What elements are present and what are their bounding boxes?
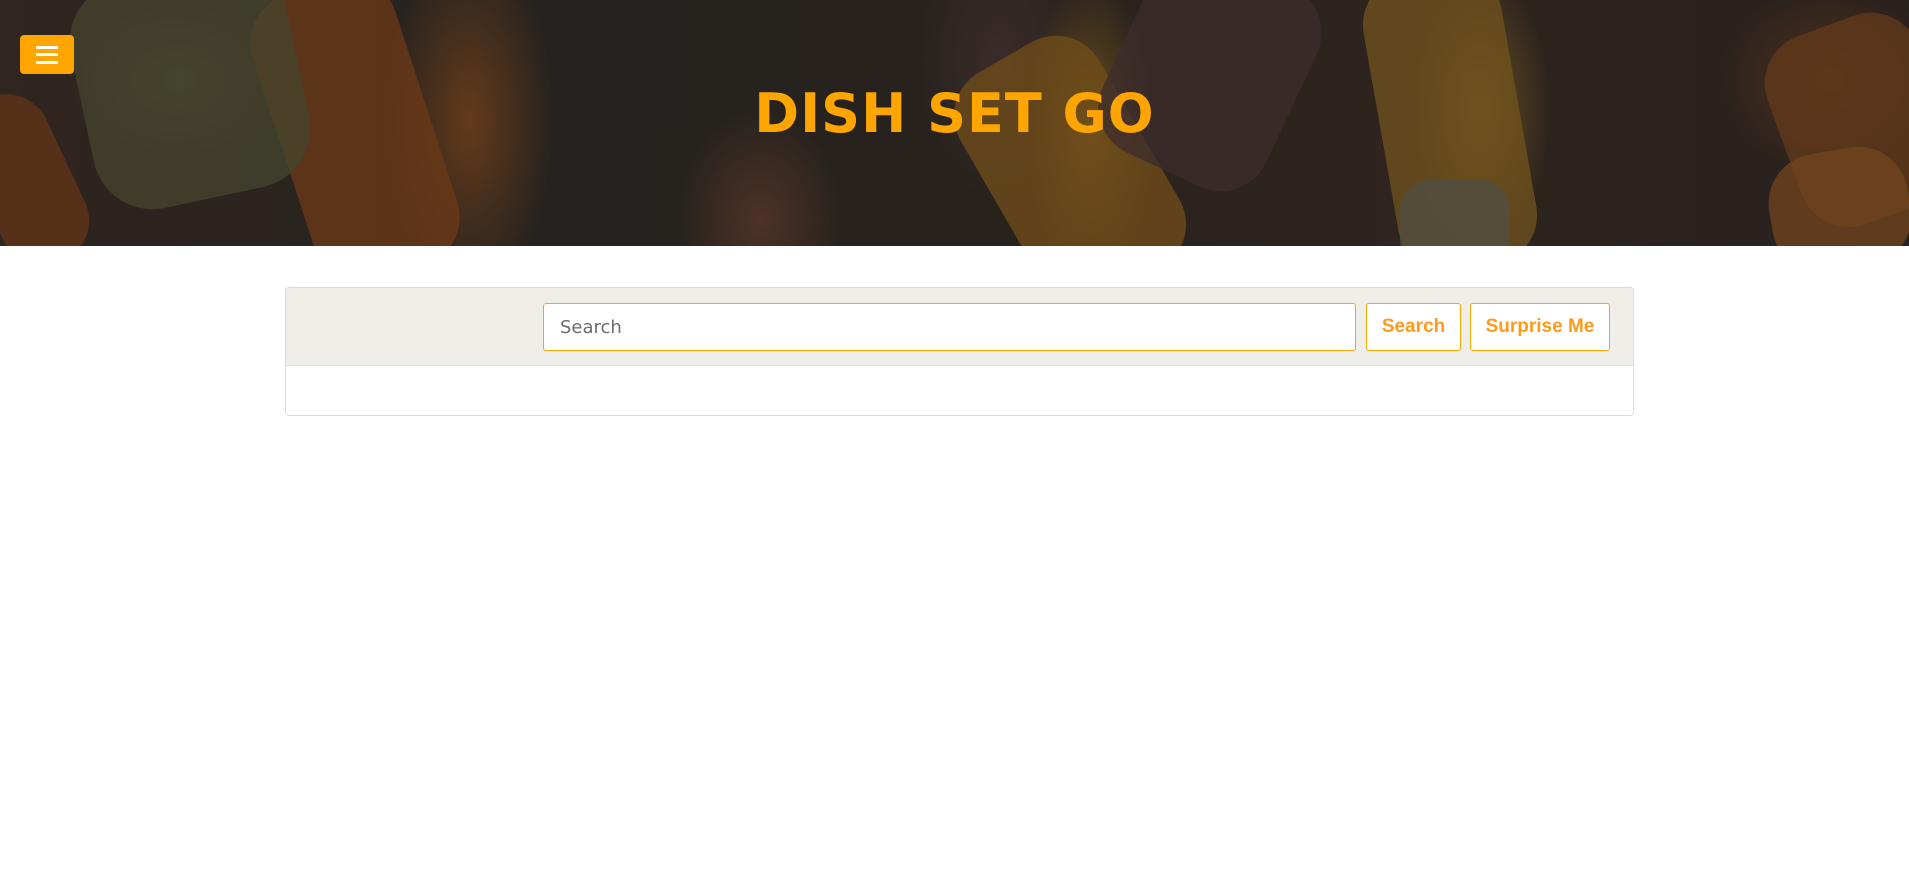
search-panel: Search Surprise Me: [285, 287, 1634, 416]
search-button[interactable]: Search: [1366, 303, 1461, 351]
search-input[interactable]: [543, 303, 1356, 351]
hero-banner: DISH SET GO: [0, 0, 1909, 246]
menu-toggle-button[interactable]: [20, 35, 74, 74]
site-title: DISH SET GO: [754, 82, 1155, 145]
surprise-me-button[interactable]: Surprise Me: [1470, 303, 1610, 351]
search-panel-header: Search Surprise Me: [286, 288, 1633, 366]
hamburger-menu-icon: [36, 45, 58, 64]
